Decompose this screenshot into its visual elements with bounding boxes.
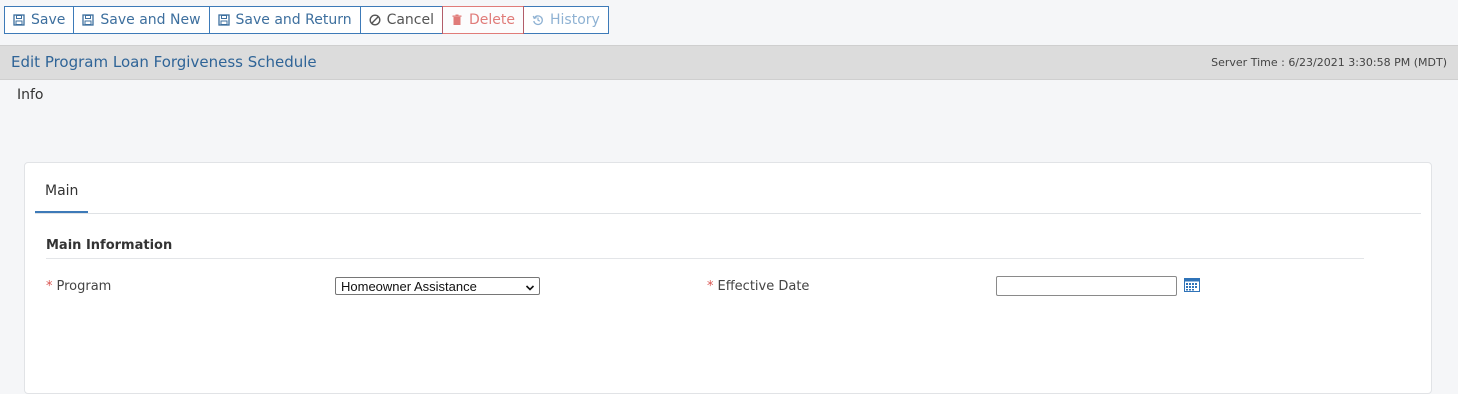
effective-date-label: * Effective Date: [707, 279, 809, 294]
save-and-new-button[interactable]: Save and New: [73, 6, 210, 34]
save-label: Save: [31, 12, 66, 28]
tab-main[interactable]: Main: [35, 183, 89, 213]
history-icon: [532, 14, 544, 26]
toolbar: Save Save and New Save and Return Cancel…: [4, 6, 609, 34]
required-marker: *: [707, 279, 714, 294]
effective-date-input[interactable]: [996, 276, 1177, 296]
main-card: Main Main Information * Program Homeowner…: [24, 162, 1432, 394]
save-and-new-label: Save and New: [100, 12, 201, 28]
history-label: History: [550, 12, 600, 28]
cancel-icon: [369, 14, 381, 26]
save-and-return-label: Save and Return: [235, 12, 352, 28]
save-and-return-button[interactable]: Save and Return: [208, 6, 361, 34]
save-button[interactable]: Save: [4, 6, 75, 34]
program-select-value: Homeowner Assistance: [341, 278, 477, 294]
trash-icon: [451, 14, 463, 26]
program-select[interactable]: Homeowner Assistance: [335, 277, 540, 295]
effective-date-label-text: Effective Date: [717, 279, 810, 294]
cancel-label: Cancel: [386, 12, 435, 28]
section-title: Main Information: [46, 238, 1364, 259]
save-icon: [217, 14, 230, 26]
required-marker: *: [46, 279, 53, 294]
page-title: Edit Program Loan Forgiveness Schedule: [11, 53, 317, 71]
save-icon: [13, 14, 25, 26]
chevron-down-icon: [525, 281, 535, 291]
delete-label: Delete: [469, 12, 516, 28]
tab-bar: Main: [35, 163, 1421, 214]
info-section-label: Info: [17, 87, 44, 103]
program-label-text: Program: [56, 279, 112, 294]
server-time: Server Time : 6/23/2021 3:30:58 PM (MDT): [1211, 56, 1447, 69]
save-icon: [82, 14, 95, 26]
page-header: Edit Program Loan Forgiveness Schedule S…: [0, 45, 1458, 80]
delete-button[interactable]: Delete: [442, 6, 525, 34]
program-label: * Program: [46, 279, 111, 294]
calendar-icon[interactable]: [1184, 277, 1200, 292]
history-button[interactable]: History: [523, 6, 609, 34]
cancel-button[interactable]: Cancel: [359, 6, 444, 34]
